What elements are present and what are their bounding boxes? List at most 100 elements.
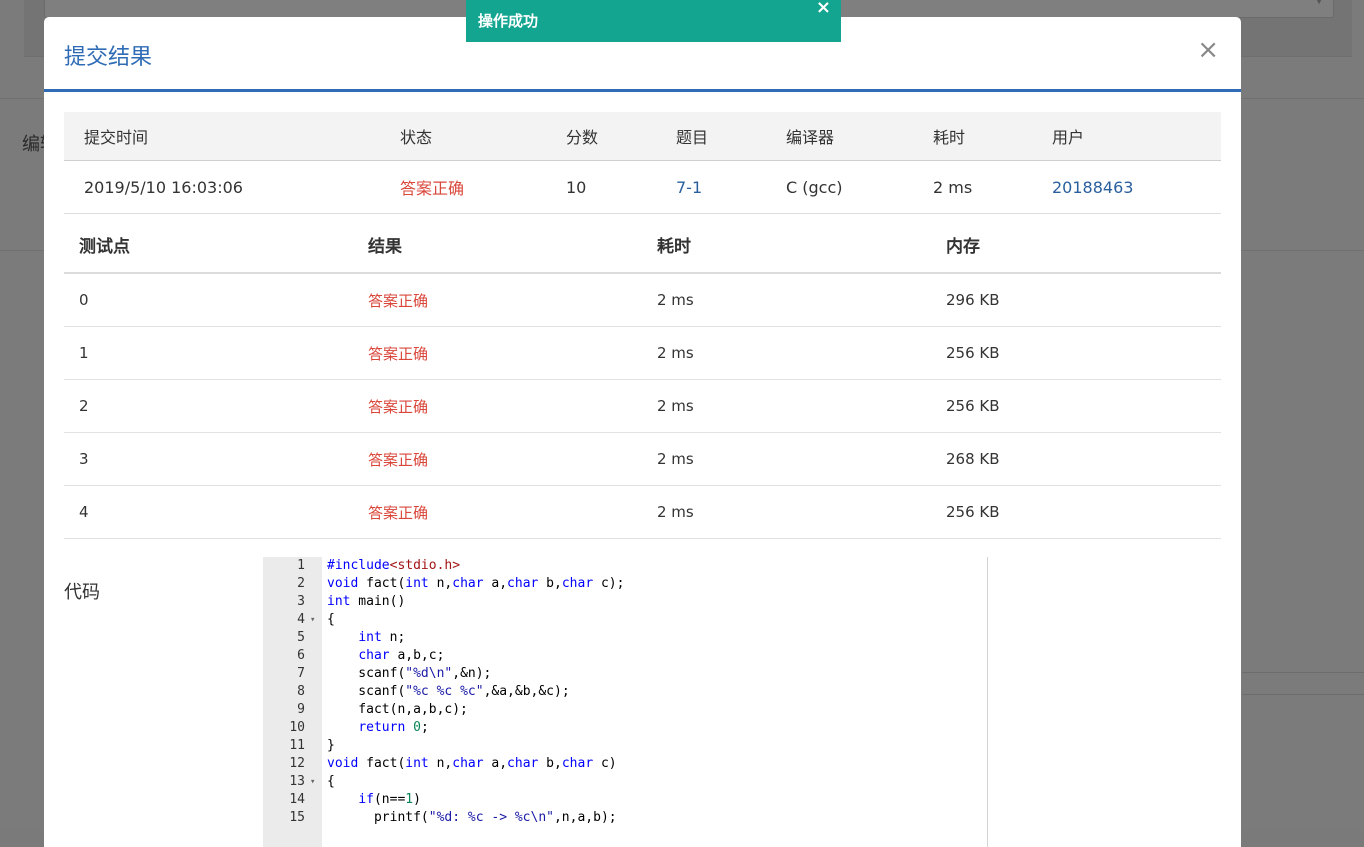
line-number: 14 bbox=[289, 792, 305, 807]
test-time: 2 ms bbox=[642, 432, 931, 486]
code-line: 12 void fact(int n,char a,char b,char c) bbox=[263, 755, 987, 773]
header-test-point: 测试点 bbox=[64, 216, 353, 274]
line-number: 7 bbox=[297, 666, 305, 681]
test-time: 2 ms bbox=[642, 326, 931, 380]
submission-summary-table: 提交时间 状态 分数 题目 编译器 耗时 用户 2019/5/10 16:03:… bbox=[64, 112, 1221, 214]
test-cases-table: 测试点 结果 耗时 内存 0 答案正确 2 ms 296 KB 1 答案正确 2… bbox=[64, 216, 1221, 539]
code-text: { bbox=[327, 612, 335, 627]
header-submit-time: 提交时间 bbox=[64, 112, 380, 161]
test-time: 2 ms bbox=[642, 273, 931, 327]
line-number: 2 bbox=[297, 576, 305, 591]
submit-time: 2019/5/10 16:03:06 bbox=[64, 160, 380, 214]
header-score: 分数 bbox=[546, 112, 656, 161]
line-number: 6 bbox=[297, 648, 305, 663]
success-toast: 操作成功 × bbox=[466, 0, 841, 42]
line-number: 11 bbox=[289, 738, 305, 753]
code-label: 代码 bbox=[64, 582, 100, 603]
test-result: 答案正确 bbox=[353, 485, 642, 539]
header-result: 结果 bbox=[353, 216, 642, 274]
test-memory: 256 KB bbox=[931, 326, 1221, 380]
modal-title: 提交结果 bbox=[64, 45, 153, 70]
code-line: 9 fact(n,a,b,c); bbox=[263, 701, 987, 719]
compiler-value: C (gcc) bbox=[766, 160, 913, 214]
code-text: } bbox=[327, 738, 335, 753]
line-number: 4 bbox=[297, 612, 305, 627]
close-icon[interactable]: × bbox=[816, 0, 831, 18]
test-memory: 268 KB bbox=[931, 432, 1221, 486]
header-time: 耗时 bbox=[642, 216, 931, 274]
code-text: void fact(int n,char a,char b,char c) bbox=[327, 756, 617, 771]
test-result: 答案正确 bbox=[353, 379, 642, 433]
code-text: scanf("%c %c %c",&a,&b,&c); bbox=[327, 684, 570, 699]
close-icon[interactable]: × bbox=[1197, 37, 1219, 63]
test-memory: 256 KB bbox=[931, 379, 1221, 433]
test-point-id: 0 bbox=[64, 273, 353, 327]
line-number: 1 bbox=[297, 558, 305, 573]
code-text: scanf("%d\n",&n); bbox=[327, 666, 492, 681]
code-text: fact(n,a,b,c); bbox=[327, 702, 468, 717]
code-text: if(n==1) bbox=[358, 792, 421, 807]
code-line: 10 return 0; bbox=[263, 719, 987, 737]
line-number: 9 bbox=[297, 702, 305, 717]
line-number: 3 bbox=[297, 594, 305, 609]
user-link[interactable]: 20188463 bbox=[1052, 178, 1133, 197]
code-text: printf("%d: %c -> %c\n",n,a,b); bbox=[327, 810, 617, 825]
header-compiler: 编译器 bbox=[766, 112, 913, 161]
code-text: int main() bbox=[327, 594, 406, 609]
line-number: 10 bbox=[289, 720, 305, 735]
test-time: 2 ms bbox=[642, 485, 931, 539]
header-status: 状态 bbox=[380, 112, 546, 161]
cases-header-row: 测试点 结果 耗时 内存 bbox=[64, 216, 1221, 274]
code-line: 2 void fact(int n,char a,char b,char c); bbox=[263, 575, 987, 593]
line-number: 13 bbox=[289, 774, 305, 789]
code-line: 1 #include<stdio.h> bbox=[263, 557, 987, 575]
fold-toggle-icon[interactable]: ▾ bbox=[310, 773, 315, 791]
test-point-id: 1 bbox=[64, 326, 353, 380]
code-text: { bbox=[327, 774, 335, 789]
code-line: 4 ▾ { bbox=[263, 611, 987, 629]
table-row: 3 答案正确 2 ms 268 KB bbox=[64, 432, 1221, 486]
background-divider bbox=[1242, 672, 1364, 673]
table-row: 0 答案正确 2 ms 296 KB bbox=[64, 273, 1221, 327]
code-line: 5 int n; bbox=[263, 629, 987, 647]
line-number: 5 bbox=[297, 630, 305, 645]
chevron-down-icon: ▼ bbox=[1315, 0, 1323, 6]
test-memory: 256 KB bbox=[931, 485, 1221, 539]
code-editor[interactable]: 1 #include<stdio.h> 2 void fact(int n,char … bbox=[263, 557, 988, 847]
test-result: 答案正确 bbox=[353, 432, 642, 486]
test-point-id: 4 bbox=[64, 485, 353, 539]
problem-link[interactable]: 7-1 bbox=[676, 178, 702, 197]
header-elapsed: 耗时 bbox=[913, 112, 1032, 161]
code-line: 6 char a,b,c; bbox=[263, 647, 987, 665]
line-number: 15 bbox=[289, 810, 305, 825]
table-row: 1 答案正确 2 ms 256 KB bbox=[64, 326, 1221, 380]
header-memory: 内存 bbox=[931, 216, 1221, 274]
code-line: 15 printf("%d: %c -> %c\n",n,a,b); bbox=[263, 809, 987, 827]
background-label: 编辑 bbox=[22, 134, 44, 155]
table-row: 4 答案正确 2 ms 256 KB bbox=[64, 485, 1221, 539]
test-result: 答案正确 bbox=[353, 326, 642, 380]
status-badge: 答案正确 bbox=[380, 160, 546, 214]
code-line: 13 ▾ { bbox=[263, 773, 987, 791]
toast-message: 操作成功 bbox=[478, 12, 539, 30]
code-line: 8 scanf("%c %c %c",&a,&b,&c); bbox=[263, 683, 987, 701]
code-text: #include<stdio.h> bbox=[327, 558, 461, 573]
submission-result-modal: 提交结果 × 提交时间 状态 分数 题目 编译器 耗时 用户 2019/5/10… bbox=[44, 17, 1241, 847]
test-point-id: 2 bbox=[64, 379, 353, 433]
test-memory: 296 KB bbox=[931, 273, 1221, 327]
fold-toggle-icon[interactable]: ▾ bbox=[310, 611, 315, 629]
header-user: 用户 bbox=[1032, 112, 1221, 161]
code-text: char a,b,c; bbox=[358, 648, 445, 663]
code-text: void fact(int n,char a,char b,char c); bbox=[327, 576, 625, 591]
code-text: return 0; bbox=[358, 720, 429, 735]
score-value: 10 bbox=[546, 160, 656, 214]
test-point-id: 3 bbox=[64, 432, 353, 486]
line-number: 12 bbox=[289, 756, 305, 771]
table-row: 2 答案正确 2 ms 256 KB bbox=[64, 379, 1221, 433]
background-divider bbox=[1242, 694, 1364, 695]
code-text: int n; bbox=[358, 630, 406, 645]
code-line: 7 scanf("%d\n",&n); bbox=[263, 665, 987, 683]
code-line: 11} bbox=[263, 737, 987, 755]
table-row: 2019/5/10 16:03:06 答案正确 10 7-1 C (gcc) 2… bbox=[64, 160, 1221, 214]
code-line: 14 if(n==1) bbox=[263, 791, 987, 809]
